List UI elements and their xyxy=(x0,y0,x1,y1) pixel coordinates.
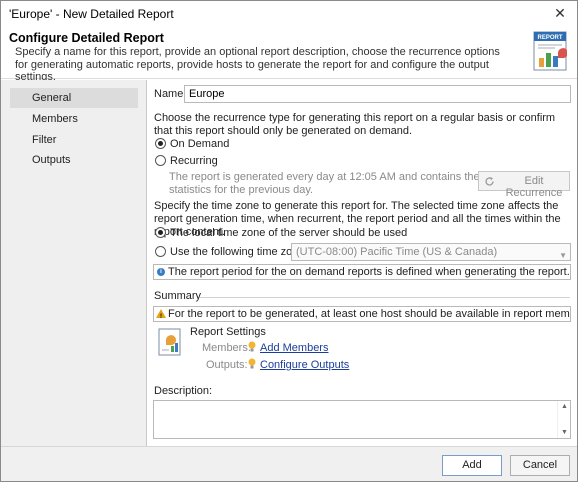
outputs-label: Outputs: xyxy=(206,359,248,371)
recurrence-description: Choose the recurrence type for generatin… xyxy=(154,112,556,137)
timezone-info-box: i The report period for the on demand re… xyxy=(153,264,571,280)
description-scrollbar[interactable]: ▲ ▼ xyxy=(557,401,570,438)
nav-panel: General Members Filter Outputs xyxy=(1,80,147,446)
warning-icon xyxy=(156,309,166,321)
timezone-select-value: (UTC-08:00) Pacific Time (US & Canada) xyxy=(296,246,498,258)
cancel-button[interactable]: Cancel xyxy=(510,455,570,476)
members-label: Members: xyxy=(202,342,251,354)
description-input[interactable]: ▲ ▼ xyxy=(153,400,571,439)
refresh-icon xyxy=(485,177,494,186)
scroll-up-icon[interactable]: ▲ xyxy=(561,403,568,410)
dialog-window: 'Europe' - New Detailed Report ✕ Configu… xyxy=(0,0,578,482)
recurring-label: Recurring xyxy=(170,155,218,167)
edit-recurrence-label: Edit Recurrence xyxy=(505,175,563,199)
edit-recurrence-button[interactable]: Edit Recurrence xyxy=(478,171,570,199)
nav-item-members[interactable]: Members xyxy=(10,109,138,129)
summary-divider xyxy=(200,297,570,298)
report-settings-icon xyxy=(158,328,181,356)
add-button[interactable]: Add xyxy=(442,455,502,476)
timezone-select[interactable]: (UTC-08:00) Pacific Time (US & Canada) ▼ xyxy=(291,243,571,261)
lightbulb-icon xyxy=(248,358,256,369)
nav-item-general[interactable]: General xyxy=(10,88,138,108)
lightbulb-icon xyxy=(248,341,256,352)
use-timezone-radio[interactable] xyxy=(155,246,166,257)
on-demand-radio[interactable] xyxy=(155,138,166,149)
use-timezone-label: Use the following time zone: xyxy=(170,246,308,258)
name-label: Name: xyxy=(154,88,187,100)
description-label: Description: xyxy=(154,385,213,397)
report-icon: REPORT xyxy=(533,31,567,71)
summary-label: Summary xyxy=(154,290,202,302)
close-icon[interactable]: ✕ xyxy=(551,4,569,22)
scroll-down-icon[interactable]: ▼ xyxy=(561,429,568,436)
summary-warning-text: For the report to be generated, at least… xyxy=(168,308,570,320)
general-page: Name: Europe Choose the recurrence type … xyxy=(148,80,577,446)
on-demand-label: On Demand xyxy=(170,138,230,150)
dialog-header: Configure Detailed Report Specify a name… xyxy=(1,27,577,83)
add-members-link[interactable]: Add Members xyxy=(260,342,328,355)
local-timezone-radio[interactable] xyxy=(155,227,166,238)
report-settings-label: Report Settings xyxy=(190,326,266,338)
header-description: Specify a name for this report, provide … xyxy=(15,46,500,83)
chevron-down-icon: ▼ xyxy=(559,251,567,260)
summary-warning-box: For the report to be generated, at least… xyxy=(153,306,571,322)
name-input[interactable]: Europe xyxy=(184,85,571,103)
nav-item-outputs[interactable]: Outputs xyxy=(10,150,138,170)
configure-outputs-link[interactable]: Configure Outputs xyxy=(260,359,349,372)
window-title: 'Europe' - New Detailed Report xyxy=(9,7,174,21)
recurring-radio[interactable] xyxy=(155,155,166,166)
local-timezone-label: The local time zone of the server should… xyxy=(170,227,408,239)
svg-text:REPORT: REPORT xyxy=(537,35,562,41)
recurring-note: The report is generated every day at 12:… xyxy=(169,171,480,196)
dialog-footer: Add Cancel xyxy=(1,446,577,481)
title-bar: 'Europe' - New Detailed Report ✕ xyxy=(1,1,577,27)
header-title: Configure Detailed Report xyxy=(9,31,164,45)
timezone-info-text: The report period for the on demand repo… xyxy=(168,266,570,278)
nav-item-filter[interactable]: Filter xyxy=(10,130,138,150)
info-icon: i xyxy=(157,268,165,276)
